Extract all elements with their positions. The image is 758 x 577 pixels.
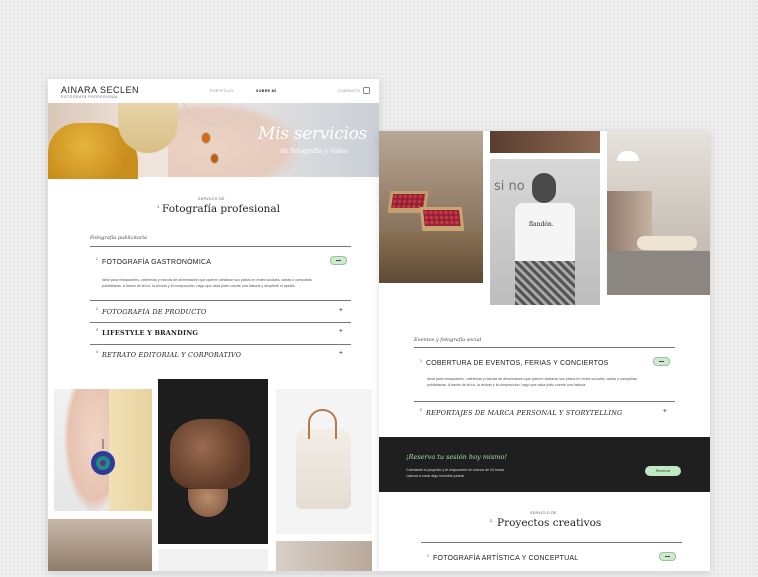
man-head xyxy=(532,173,556,203)
raspberries xyxy=(423,210,461,226)
item-number: 1 xyxy=(96,257,98,261)
baker-cap xyxy=(617,151,639,161)
hero-banner: Mis servicios de fotografía y video xyxy=(48,103,379,179)
plus-icon[interactable]: + xyxy=(339,350,343,357)
accordion-item-gastronomica[interactable]: 1 FOTOGRAFÍA GASTRONÓMICA xyxy=(90,257,351,277)
man-shorts xyxy=(515,261,575,305)
plus-icon[interactable]: + xyxy=(663,408,667,415)
hero-subtitle: de fotografía y video xyxy=(280,147,348,155)
divider xyxy=(90,322,351,323)
item-number: 1 xyxy=(420,359,422,363)
site-header: AINARA SECLEN FOTÓGRAFA PROFESIONAL PORT… xyxy=(48,79,379,103)
photo-bag[interactable] xyxy=(276,389,372,534)
accordion-item-retrato[interactable]: 4 RETRATO EDITORIAL Y CORPORATIVO + xyxy=(90,350,351,370)
pottery-jar xyxy=(170,419,250,489)
service-number: 1 xyxy=(157,204,160,209)
service-title: Fotografía profesional xyxy=(162,203,281,215)
item-title: FOTOGRAFÍA ARTÍSTICA Y CONCEPTUAL xyxy=(433,555,579,562)
cta-desc-line-2: ¡Vamos a crear algo increíble juntos! xyxy=(406,473,465,478)
plus-icon[interactable]: + xyxy=(339,307,343,314)
photo-man-tshirt[interactable]: si no flandón. xyxy=(490,159,600,305)
item-number: 4 xyxy=(96,350,98,354)
item-title: FOTOGRAFÍA DE PRODUCTO xyxy=(102,308,207,316)
divider xyxy=(421,542,682,543)
necklace-graphic xyxy=(182,103,244,125)
minus-icon xyxy=(336,259,341,261)
minus-icon xyxy=(665,555,670,557)
cta-description: Cuéntame tu proyecto y te responderé en … xyxy=(406,468,505,479)
accordion-item-reportajes[interactable]: 2 REPORTAJES DE MARCA PERSONAL Y STORYTE… xyxy=(414,408,675,428)
divider xyxy=(414,347,675,348)
item-number: 1 xyxy=(427,554,429,558)
accordion-item-lifestyle[interactable]: 3 LIFESTYLE Y BRANDING + xyxy=(90,328,351,348)
item-description: Ideal para restaurantes, cafeterías y ma… xyxy=(102,278,312,288)
tshirt-text: flandón. xyxy=(529,221,554,228)
collapse-toggle[interactable] xyxy=(330,256,347,265)
plus-icon[interactable]: + xyxy=(339,328,343,335)
instagram-icon[interactable] xyxy=(363,87,370,94)
services-page-left: AINARA SECLEN FOTÓGRAFA PROFESIONAL PORT… xyxy=(48,79,379,571)
divider xyxy=(90,246,351,247)
photo-portrait-bottom[interactable] xyxy=(158,549,268,571)
item-title: REPORTAJES DE MARCA PERSONAL Y STORYTELL… xyxy=(426,409,623,417)
category-label: Eventos y fotografía social xyxy=(414,337,482,343)
raspberries xyxy=(391,194,426,208)
nav-contact[interactable]: CONTACTO xyxy=(338,89,360,93)
work-table xyxy=(607,251,710,295)
pottery-bowl xyxy=(188,489,228,517)
reserve-button[interactable]: Reservar xyxy=(645,466,681,476)
photo-pottery[interactable] xyxy=(158,379,268,544)
photo-top-strip[interactable] xyxy=(490,131,600,153)
collapse-toggle[interactable] xyxy=(659,552,676,561)
service-tag: SERVICIO DE xyxy=(530,511,557,515)
divider xyxy=(90,300,351,301)
linen-bag xyxy=(296,429,351,509)
category-label: Fotografía publicitaria xyxy=(90,235,147,241)
service-number: 2 xyxy=(490,518,493,523)
cta-banner: ¡Reserva tu sesión hoy mismo! Cuéntame t… xyxy=(379,437,710,492)
earring-graphic xyxy=(91,439,115,475)
photo-raspberries[interactable] xyxy=(379,131,483,283)
divider xyxy=(414,401,675,402)
service-title: Proyectos creativos xyxy=(497,517,602,529)
brand-subtitle: FOTÓGRAFA PROFESIONAL xyxy=(61,95,119,99)
item-number: 3 xyxy=(96,328,98,332)
item-description: Ideal para restaurantes, cafeterías y ma… xyxy=(427,377,637,387)
amber-pendant xyxy=(201,132,211,144)
cta-title: ¡Reserva tu sesión hoy mismo! xyxy=(406,453,507,461)
item-title: FOTOGRAFÍA GASTRONÓMICA xyxy=(102,259,212,266)
basket xyxy=(419,207,465,231)
divider xyxy=(90,344,351,345)
dough xyxy=(637,236,697,250)
tree-stump xyxy=(379,231,483,283)
item-title: RETRATO EDITORIAL Y CORPORATIVO xyxy=(102,351,242,359)
cta-desc-line-1: Cuéntame tu proyecto y te responderé en … xyxy=(406,468,506,472)
nav-about[interactable]: SOBRE MÍ xyxy=(256,89,276,93)
services-page-right: si no flandón. Eventos y fotografía soci… xyxy=(379,131,710,571)
photo-bakery-bottom[interactable] xyxy=(276,541,372,571)
item-title: COBERTURA DE EVENTOS, FERIAS Y CONCIERTO… xyxy=(426,360,609,367)
man-tshirt: flandón. xyxy=(515,203,575,261)
bag-handle xyxy=(308,409,337,439)
item-number: 2 xyxy=(96,307,98,311)
collapse-toggle[interactable] xyxy=(653,357,670,366)
service-tag: SERVICIO DE xyxy=(198,197,225,201)
photo-earring[interactable] xyxy=(54,389,152,511)
photo-baker[interactable] xyxy=(607,131,710,295)
photo-logs[interactable] xyxy=(48,519,152,571)
wall-graffiti: si no xyxy=(494,179,525,194)
amber-bracelet xyxy=(210,153,219,164)
hero-title: Mis servicios xyxy=(258,124,367,144)
nav-portfolio[interactable]: PORTFOLIO xyxy=(210,89,233,93)
item-title: LIFESTYLE Y BRANDING xyxy=(102,329,199,337)
item-number: 2 xyxy=(420,408,422,412)
minus-icon xyxy=(659,360,664,362)
accordion-item-producto[interactable]: 2 FOTOGRAFÍA DE PRODUCTO + xyxy=(90,307,351,327)
brand-logo[interactable]: AINARA SECLEN xyxy=(61,85,139,95)
accordion-item-artistica[interactable]: 1 FOTOGRAFÍA ARTÍSTICA Y CONCEPTUAL xyxy=(421,554,682,571)
accordion-item-eventos[interactable]: 1 COBERTURA DE EVENTOS, FERIAS Y CONCIER… xyxy=(414,359,675,379)
